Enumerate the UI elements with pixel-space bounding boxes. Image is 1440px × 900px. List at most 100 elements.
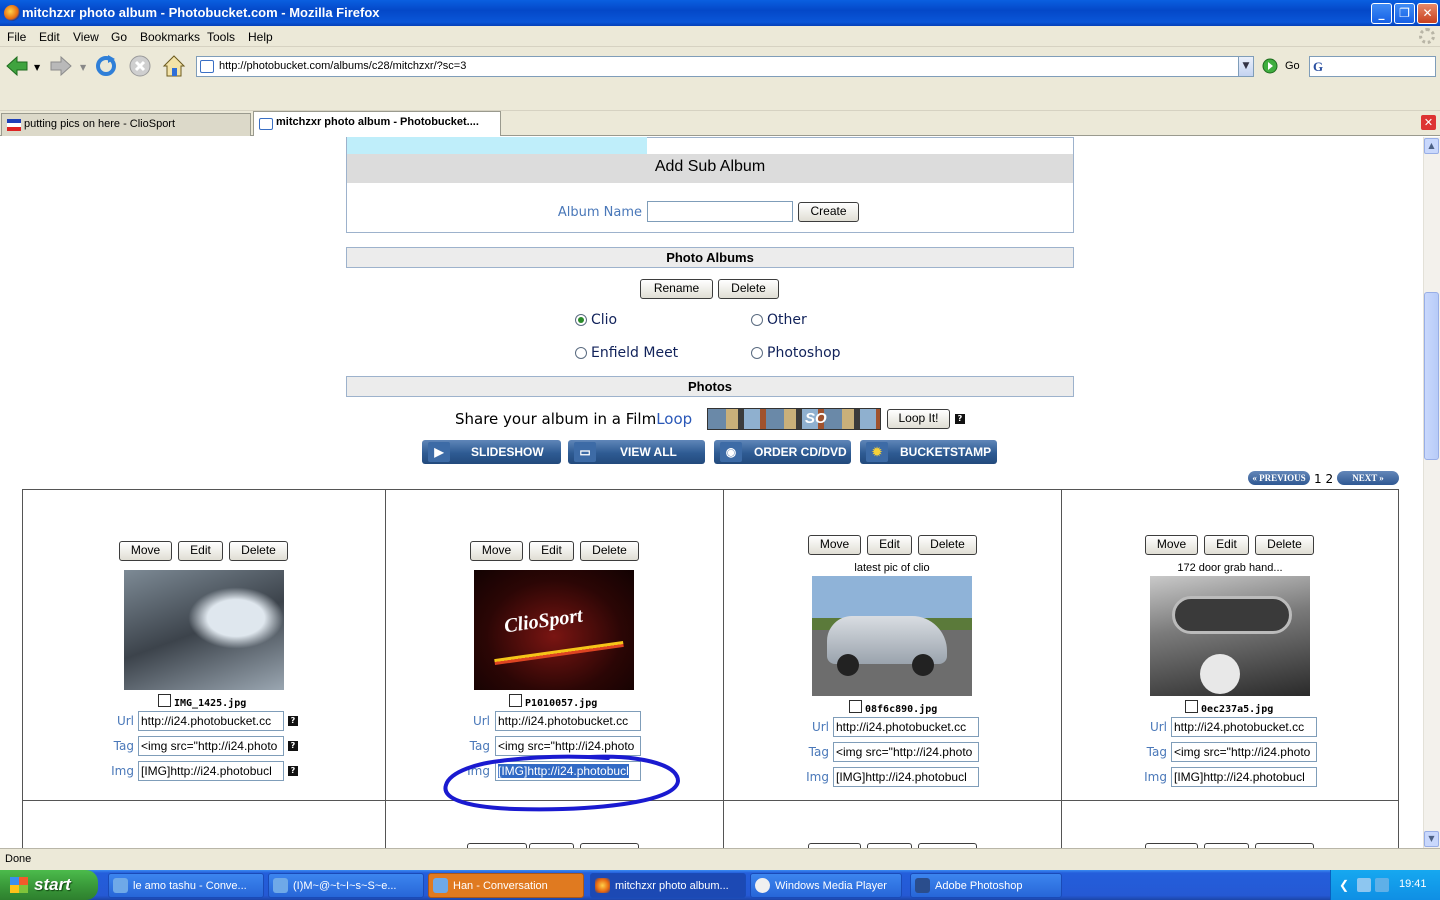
tray-expand-icon[interactable]: ❮ xyxy=(1339,878,1349,892)
photo-select-checkbox[interactable] xyxy=(158,694,171,707)
stop-icon[interactable] xyxy=(127,53,153,79)
cliosport-favicon xyxy=(7,119,21,131)
clock[interactable]: 19:41 xyxy=(1399,878,1427,890)
photo-select-checkbox[interactable] xyxy=(849,700,862,713)
tag-label: Tag xyxy=(113,739,134,753)
back-dropdown-icon[interactable]: ▼ xyxy=(34,63,40,72)
radio-other[interactable] xyxy=(751,314,763,326)
view-all-button[interactable]: ▭ VIEW ALL xyxy=(568,440,705,464)
back-icon[interactable] xyxy=(4,53,30,79)
task-firefox[interactable]: mitchzxr photo album... xyxy=(590,873,746,898)
task-windows-media-player[interactable]: Windows Media Player xyxy=(750,873,902,898)
radio-photoshop[interactable] xyxy=(751,347,763,359)
delete-photo-button[interactable]: Delete xyxy=(580,541,639,561)
help-icon[interactable]: ? xyxy=(955,414,965,424)
radio-clio[interactable] xyxy=(575,314,587,326)
tag-field[interactable]: <img src="http://i24.photo xyxy=(1171,742,1317,762)
tag-field[interactable]: <img src="http://i24.photo xyxy=(138,736,284,756)
url-dropdown-icon[interactable]: ▼ xyxy=(1238,57,1253,76)
radio-enfield-meet[interactable] xyxy=(575,347,587,359)
menu-go[interactable]: Go xyxy=(111,30,127,44)
menu-tools[interactable]: Tools xyxy=(207,30,235,44)
close-button[interactable]: ✕ xyxy=(1417,3,1438,24)
task-conversation-2[interactable]: (I)M~@~t~I~s~S~e... xyxy=(268,873,424,898)
scroll-down-icon[interactable]: ▼ xyxy=(1424,831,1439,847)
previous-page-button[interactable]: « PREVIOUS xyxy=(1248,471,1310,485)
move-button[interactable]: Move xyxy=(1145,535,1198,555)
menu-file[interactable]: File xyxy=(7,30,26,44)
url-text[interactable]: http://photobucket.com/albums/c28/mitchz… xyxy=(219,60,466,72)
page-numbers[interactable]: 1 2 xyxy=(1314,472,1333,486)
close-tab-icon[interactable]: ✕ xyxy=(1421,115,1436,130)
window-title: mitchzxr photo album - Photobucket.com -… xyxy=(22,5,380,20)
menu-bookmarks[interactable]: Bookmarks xyxy=(140,30,200,44)
url-bar[interactable]: http://photobucket.com/albums/c28/mitchz… xyxy=(196,56,1254,77)
scroll-up-icon[interactable]: ▲ xyxy=(1424,138,1439,154)
delete-photo-button[interactable]: Delete xyxy=(1255,535,1314,555)
maximize-button[interactable]: ❐ xyxy=(1394,3,1415,24)
menu-help[interactable]: Help xyxy=(248,30,273,44)
img-field[interactable]: [IMG]http://i24.photobucl xyxy=(833,767,979,787)
url-field[interactable]: http://i24.photobucket.cc xyxy=(1171,717,1317,737)
photo-select-checkbox[interactable] xyxy=(1185,700,1198,713)
forward-dropdown-icon[interactable]: ▼ xyxy=(80,63,86,72)
task-adobe-photoshop[interactable]: Adobe Photoshop xyxy=(910,873,1062,898)
go-label[interactable]: Go xyxy=(1285,60,1300,72)
menu-view[interactable]: View xyxy=(73,30,99,44)
album-other-label[interactable]: Other xyxy=(767,312,807,328)
move-button[interactable]: Move xyxy=(470,541,523,561)
go-icon[interactable] xyxy=(1262,58,1278,74)
album-name-input[interactable] xyxy=(647,201,793,222)
img-field[interactable]: [IMG]http://i24.photobucl xyxy=(1171,767,1317,787)
url-field[interactable]: http://i24.photobucket.cc xyxy=(495,711,641,731)
album-photoshop-label[interactable]: Photoshop xyxy=(767,345,841,361)
menu-edit[interactable]: Edit xyxy=(39,30,60,44)
scroll-thumb[interactable] xyxy=(1424,292,1439,460)
delete-album-button[interactable]: Delete xyxy=(718,279,779,299)
help-icon[interactable]: ? xyxy=(288,741,298,751)
url-field[interactable]: http://i24.photobucket.cc xyxy=(833,717,979,737)
edit-button[interactable]: Edit xyxy=(1204,535,1249,555)
order-cd-dvd-button[interactable]: ◉ ORDER CD/DVD xyxy=(714,440,851,464)
google-icon[interactable]: G xyxy=(1313,59,1329,75)
photo-caption: latest pic of clio xyxy=(854,562,930,574)
network-icon[interactable] xyxy=(1357,878,1371,892)
move-button[interactable]: Move xyxy=(808,535,861,555)
edit-button[interactable]: Edit xyxy=(178,541,223,561)
edit-button[interactable]: Edit xyxy=(867,535,912,555)
delete-photo-button[interactable]: Delete xyxy=(918,535,977,555)
img-field[interactable]: [IMG]http://i24.photobucl xyxy=(138,761,284,781)
photo-select-checkbox[interactable] xyxy=(509,694,522,707)
slideshow-button[interactable]: ▶ SLIDESHOW xyxy=(422,440,561,464)
rename-button[interactable]: Rename xyxy=(640,279,713,299)
photo-thumbnail[interactable] xyxy=(124,570,284,690)
filmloop-strip-image[interactable]: SO xyxy=(707,408,881,430)
delete-photo-button[interactable]: Delete xyxy=(229,541,288,561)
vertical-scrollbar[interactable] xyxy=(1423,137,1440,848)
loop-it-button[interactable]: Loop It! xyxy=(887,409,950,429)
create-button[interactable]: Create xyxy=(798,202,859,222)
forward-icon[interactable] xyxy=(48,53,74,79)
help-icon[interactable]: ? xyxy=(288,766,298,776)
next-page-button[interactable]: NEXT » xyxy=(1337,471,1399,485)
move-button[interactable]: Move xyxy=(119,541,172,561)
photo-thumbnail[interactable] xyxy=(812,576,972,696)
volume-icon[interactable] xyxy=(1375,878,1389,892)
album-clio-label[interactable]: Clio xyxy=(591,312,617,328)
search-input[interactable]: G xyxy=(1309,56,1436,77)
tab-cliosport[interactable]: putting pics on here - ClioSport xyxy=(1,113,251,136)
help-icon[interactable]: ? xyxy=(288,716,298,726)
home-icon[interactable] xyxy=(161,53,187,79)
reload-icon[interactable] xyxy=(93,53,119,79)
minimize-button[interactable]: _ xyxy=(1371,3,1392,24)
bucketstamp-button[interactable]: ✹ BUCKETSTAMP xyxy=(860,440,997,464)
task-le-amo-tashu[interactable]: le amo tashu - Conve... xyxy=(108,873,264,898)
photo-thumbnail[interactable] xyxy=(1150,576,1310,696)
url-field[interactable]: http://i24.photobucket.cc xyxy=(138,711,284,731)
album-enfield-meet-label[interactable]: Enfield Meet xyxy=(591,345,678,361)
tab-photobucket[interactable]: mitchzxr photo album - Photobucket.... xyxy=(253,111,501,136)
task-han-conversation[interactable]: Han - Conversation xyxy=(428,873,584,898)
photo-thumbnail[interactable]: ClioSport xyxy=(474,570,634,690)
tag-field[interactable]: <img src="http://i24.photo xyxy=(833,742,979,762)
edit-button[interactable]: Edit xyxy=(529,541,574,561)
